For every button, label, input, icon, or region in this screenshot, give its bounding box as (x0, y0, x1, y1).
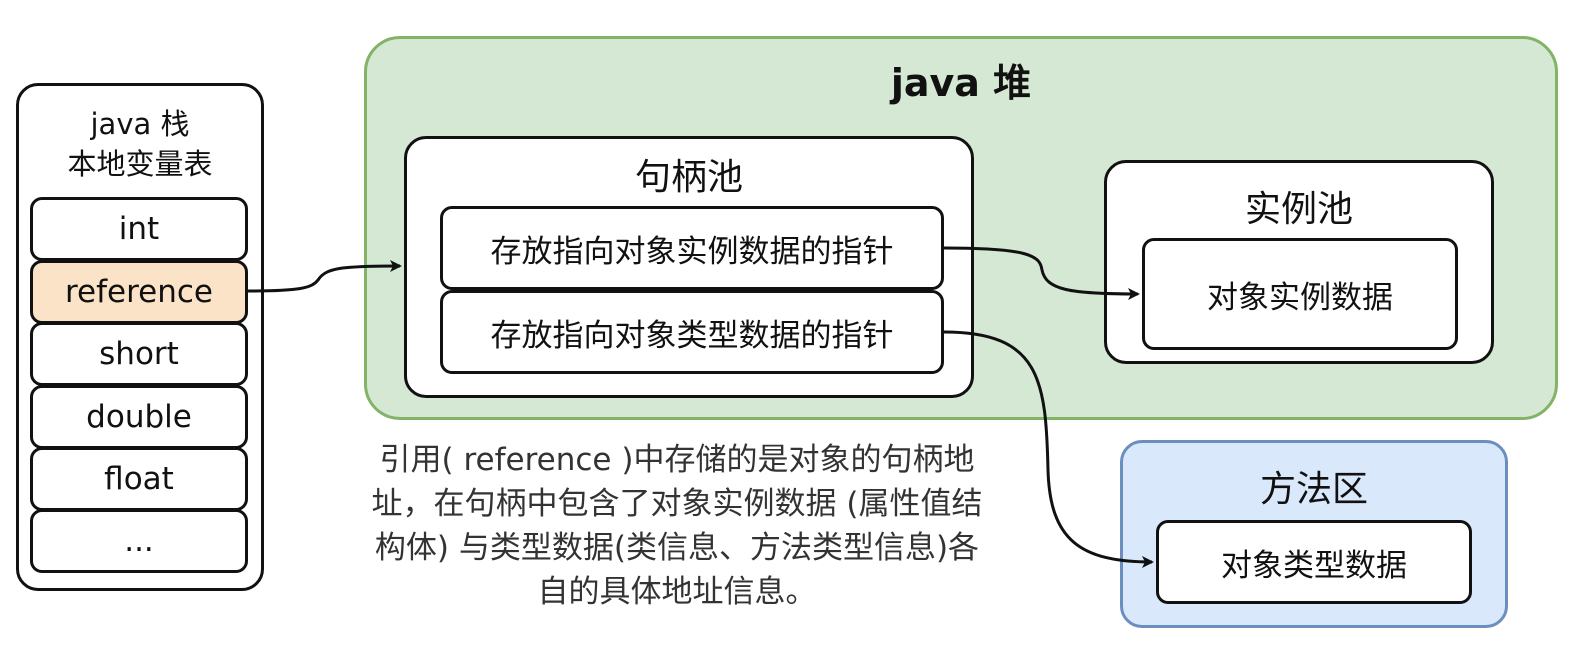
instance-pointer-to-instance-data-arrow (943, 246, 1140, 300)
reference-to-handle-pool-arrow (247, 260, 402, 293)
connector-arrows (247, 246, 1154, 568)
type-pointer-to-type-data-arrow (943, 330, 1154, 568)
